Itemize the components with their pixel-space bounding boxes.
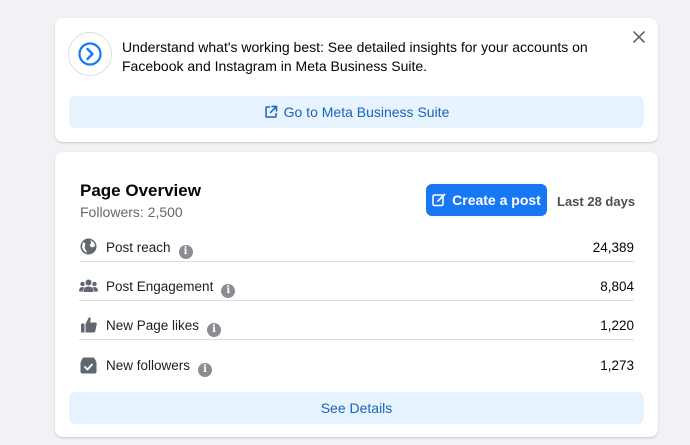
- go-to-meta-business-suite-label: Go to Meta Business Suite: [283, 104, 450, 120]
- create-post-label: Create a post: [452, 192, 541, 208]
- followers-count: Followers: 2,500: [80, 204, 183, 220]
- inbox-check-icon: [79, 355, 98, 374]
- see-details-button[interactable]: See Details: [69, 392, 644, 424]
- metric-label: New followers: [106, 358, 191, 373]
- external-link-icon: [264, 105, 278, 119]
- metric-value: 1,273: [600, 358, 634, 373]
- metric-value: 24,389: [592, 240, 634, 255]
- metric-label: Post Engagement: [106, 279, 214, 294]
- meta-business-suite-icon: [68, 32, 112, 76]
- page-title: Page Overview: [80, 181, 201, 200]
- metric-label: Post reach: [106, 240, 171, 255]
- thumbs-up-icon: [79, 315, 98, 334]
- metric-value: 1,220: [600, 318, 634, 333]
- globe-icon: [79, 237, 98, 256]
- page-overview-card: Page Overview Followers: 2,500 Create a …: [55, 152, 658, 437]
- people-icon: [79, 276, 98, 295]
- meta-business-suite-promo-card: Understand what's working best: See deta…: [55, 18, 658, 142]
- info-icon[interactable]: i: [178, 244, 193, 259]
- promo-message: Understand what's working best: See deta…: [122, 39, 588, 74]
- info-icon[interactable]: i: [207, 322, 222, 337]
- see-details-label: See Details: [320, 400, 393, 416]
- close-button[interactable]: [630, 28, 648, 46]
- metric-row-new-followers: New followers i 1,273: [79, 353, 634, 379]
- metric-row-new-page-likes: New Page likes i 1,220: [79, 313, 634, 340]
- metric-row-post-reach: Post reach i 24,389: [79, 235, 634, 262]
- date-range-label: Last 28 days: [557, 194, 636, 209]
- edit-icon: [432, 193, 446, 207]
- close-icon: [633, 31, 645, 43]
- metric-label: New Page likes: [106, 318, 200, 333]
- create-post-button[interactable]: Create a post: [426, 184, 547, 216]
- metric-value: 8,804: [600, 279, 634, 294]
- metric-row-post-engagement: Post Engagement i 8,804: [79, 274, 634, 301]
- go-to-meta-business-suite-button[interactable]: Go to Meta Business Suite: [69, 96, 644, 128]
- info-icon[interactable]: i: [221, 283, 236, 298]
- info-icon[interactable]: i: [198, 362, 213, 377]
